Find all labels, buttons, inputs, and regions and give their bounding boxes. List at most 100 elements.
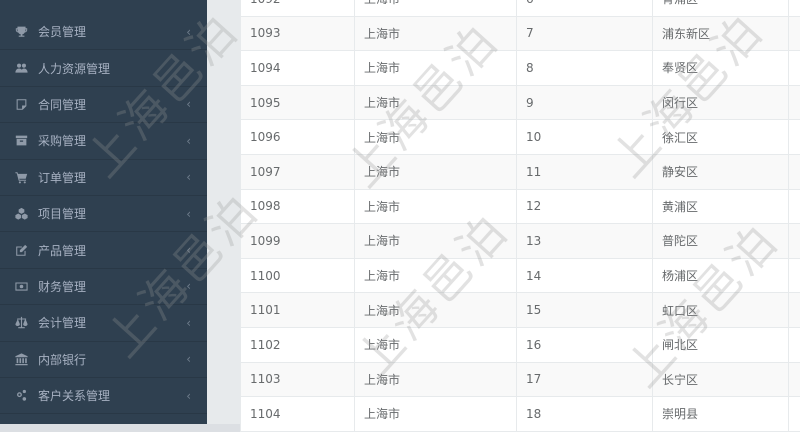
table-cell: 杨浦区 bbox=[653, 258, 789, 293]
sidebar-item-label: 会计管理 bbox=[38, 316, 87, 331]
sidebar-item-hr[interactable]: 人力资源管理 bbox=[0, 50, 207, 87]
table-cell: 15 bbox=[517, 293, 653, 327]
table-row[interactable]: 1103 上海市 17 长宁区 bbox=[241, 362, 800, 398]
edit-icon bbox=[13, 242, 29, 258]
table-cell: 上海市 bbox=[355, 327, 517, 362]
table-cell: 上海市 bbox=[355, 0, 517, 16]
table-cell: 上海市 bbox=[355, 85, 517, 120]
chevron-left-icon: ‹ bbox=[186, 243, 191, 258]
table-row[interactable]: 1099 上海市 13 普陀区 bbox=[241, 224, 800, 259]
table-cell: 青浦区 bbox=[653, 0, 789, 16]
sidebar-item-label: 项目管理 bbox=[38, 207, 87, 222]
table-row[interactable]: 1093 上海市 7 浦东新区 bbox=[241, 16, 800, 52]
table-row[interactable]: 1096 上海市 10 徐汇区 bbox=[241, 120, 800, 155]
chevron-left-icon: ‹ bbox=[186, 352, 191, 367]
sidebar-item-crm[interactable]: 客户关系管理 ‹ bbox=[0, 378, 207, 415]
table-cell: 14 bbox=[517, 258, 653, 293]
table-cell bbox=[789, 17, 800, 51]
table-row[interactable]: 1102 上海市 16 闸北区 bbox=[241, 327, 800, 363]
chevron-left-icon: ‹ bbox=[186, 279, 191, 294]
archive-icon bbox=[13, 133, 29, 149]
table-cell: 11 bbox=[517, 154, 653, 189]
sidebar-item-accounting[interactable]: 会计管理 ‹ bbox=[0, 305, 207, 342]
table-cell: 6 bbox=[517, 0, 653, 16]
chevron-left-icon: ‹ bbox=[186, 133, 191, 148]
table-cell: 上海市 bbox=[355, 224, 517, 258]
table-cell: 1101 bbox=[241, 293, 355, 327]
table-cell bbox=[789, 86, 800, 120]
table-cell: 上海市 bbox=[355, 189, 517, 224]
sidebar-item-purchase[interactable]: 采购管理 ‹ bbox=[0, 123, 207, 160]
sidebar-item-project[interactable]: 项目管理 ‹ bbox=[0, 196, 207, 233]
table-cell: 16 bbox=[517, 327, 653, 362]
table-row[interactable]: 1098 上海市 12 黄浦区 bbox=[241, 189, 800, 225]
table-cell: 徐汇区 bbox=[653, 120, 789, 154]
sidebar-item-label: 财务管理 bbox=[38, 279, 87, 294]
table-cell bbox=[789, 51, 800, 85]
table-cell: 1094 bbox=[241, 51, 355, 85]
table-cell: 1096 bbox=[241, 120, 355, 154]
cart-icon bbox=[13, 169, 29, 185]
table-cell: 浦东新区 bbox=[653, 16, 789, 51]
table-cell: 上海市 bbox=[355, 258, 517, 293]
chevron-left-icon: ‹ bbox=[186, 206, 191, 221]
sidebar-item-label: 人力资源管理 bbox=[38, 61, 111, 76]
sidebar-item-label: 采购管理 bbox=[38, 134, 87, 149]
table-cell: 1104 bbox=[241, 397, 355, 431]
chevron-left-icon: ‹ bbox=[186, 388, 191, 403]
sidebar-item-internal-bank[interactable]: 内部银行 ‹ bbox=[0, 342, 207, 378]
table-cell: 12 bbox=[517, 189, 653, 224]
table-cell bbox=[789, 328, 800, 362]
table-cell: 奉贤区 bbox=[653, 51, 789, 85]
table-cell bbox=[789, 120, 800, 154]
sidebar-item-product[interactable]: 产品管理 ‹ bbox=[0, 232, 207, 269]
table-cell: 8 bbox=[517, 51, 653, 85]
table-cell: 1098 bbox=[241, 189, 355, 224]
table-cell: 上海市 bbox=[355, 154, 517, 189]
table-cell: 上海市 bbox=[355, 293, 517, 327]
table-row[interactable]: 1104 上海市 18 崇明县 bbox=[241, 397, 800, 432]
table-cell: 13 bbox=[517, 224, 653, 258]
table-cell: 闵行区 bbox=[653, 85, 789, 120]
table-cell bbox=[789, 293, 800, 327]
table-cell: 静安区 bbox=[653, 154, 789, 189]
sidebar-item-label: 订单管理 bbox=[38, 170, 87, 185]
table-cell: 1103 bbox=[241, 362, 355, 397]
table-cell: 上海市 bbox=[355, 51, 517, 85]
sidebar-item-label: 产品管理 bbox=[38, 243, 87, 258]
chevron-left-icon: ‹ bbox=[186, 170, 191, 185]
table-cell: 18 bbox=[517, 397, 653, 431]
table-row[interactable]: 1095 上海市 9 闵行区 bbox=[241, 85, 800, 121]
sidebar-item-finance[interactable]: 财务管理 ‹ bbox=[0, 269, 207, 306]
scale-icon bbox=[13, 315, 29, 331]
table-cell: 闸北区 bbox=[653, 327, 789, 362]
table-cell: 上海市 bbox=[355, 120, 517, 154]
table-cell: 1095 bbox=[241, 85, 355, 120]
table-cell: 1097 bbox=[241, 154, 355, 189]
cogs-icon bbox=[13, 388, 29, 404]
sidebar-item-label: 会员管理 bbox=[38, 25, 87, 40]
sidebar-item-membership[interactable]: 会员管理 ‹ bbox=[0, 14, 207, 51]
sidebar-item-contract[interactable]: 合同管理 ‹ bbox=[0, 87, 207, 124]
table-cell bbox=[789, 0, 800, 16]
table-cell: 1102 bbox=[241, 327, 355, 362]
table-row[interactable]: 1094 上海市 8 奉贤区 bbox=[241, 51, 800, 86]
table-row[interactable]: 1100 上海市 14 杨浦区 bbox=[241, 258, 800, 294]
trophy-icon bbox=[13, 24, 29, 40]
table-row[interactable]: 1101 上海市 15 虹口区 bbox=[241, 293, 800, 328]
sidebar-item-label: 合同管理 bbox=[38, 97, 87, 112]
table-cell bbox=[789, 224, 800, 258]
table-cell: 上海市 bbox=[355, 397, 517, 431]
table-cell: 普陀区 bbox=[653, 224, 789, 258]
table-row[interactable]: 1092上海市6青浦区 bbox=[241, 0, 800, 17]
table-cell bbox=[789, 397, 800, 431]
users-icon bbox=[13, 60, 29, 76]
sidebar-item-order[interactable]: 订单管理 ‹ bbox=[0, 160, 207, 196]
table-cell: 1099 bbox=[241, 224, 355, 258]
cubes-icon bbox=[13, 206, 29, 222]
table-row[interactable]: 1097 上海市 11 静安区 bbox=[241, 154, 800, 190]
table-cell: 虹口区 bbox=[653, 293, 789, 327]
table-cell: 1093 bbox=[241, 16, 355, 51]
data-table: 1092上海市6青浦区1093上海市7浦东新区1094上海市8奉贤区1095上海… bbox=[240, 0, 800, 432]
table-cell: 17 bbox=[517, 362, 653, 397]
